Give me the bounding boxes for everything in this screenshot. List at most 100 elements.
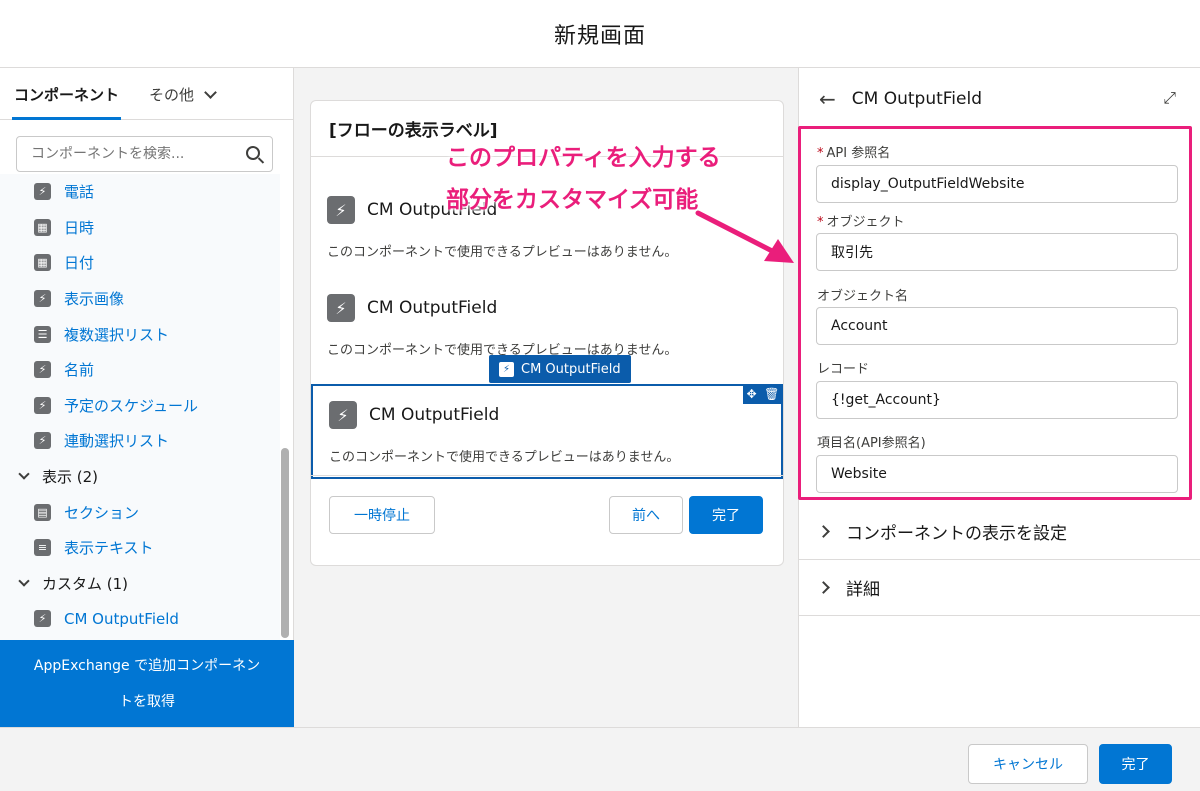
picklist-icon: ☰	[34, 325, 51, 343]
list-item[interactable]: ⚡ 連動選択リスト	[0, 423, 280, 459]
group-label: 表示 (2)	[42, 468, 99, 487]
field-name-field[interactable]	[816, 455, 1178, 493]
properties-header: ← CM OutputField ⤢	[799, 68, 1200, 130]
chevron-down-icon	[18, 575, 30, 587]
field-label-object-name: オブジェクト名	[817, 285, 908, 304]
annotation-arrow-icon	[695, 210, 794, 263]
previous-button[interactable]: 前へ	[609, 496, 683, 534]
modal-header: 新規画面	[0, 0, 1200, 68]
chevron-down-icon	[18, 468, 30, 480]
tab-other-label: その他	[149, 86, 195, 104]
done-button[interactable]: 完了	[1099, 744, 1172, 784]
selected-component-tag: ⚡ CM OutputField	[489, 355, 631, 383]
appexchange-line2: トを取得	[119, 694, 175, 710]
annotation-line2: 部分をカスタマイズ可能	[446, 187, 699, 213]
lightning-icon: ⚡	[34, 290, 51, 308]
appexchange-link[interactable]: AppExchange で追加コンポーネン トを取得	[0, 640, 294, 727]
list-item[interactable]: ⚡ 表示画像	[0, 281, 280, 317]
component-name: CM OutputField	[369, 405, 500, 425]
lightning-icon: ⚡	[34, 432, 51, 450]
field-label-field-name: 項目名(API参照名)	[817, 432, 926, 451]
component-actions: ✥ 🗑	[743, 384, 783, 404]
component-list: ⚡ 電話 ▦ 日時 ▦ 日付 ⚡ 表示画像 ☰ 複数選択リスト ⚡ 名前 ⚡ 予定のスケジュー…	[0, 174, 280, 640]
list-item[interactable]: ▤ セクション	[0, 494, 280, 530]
canvas-component-selected[interactable]: ⚡ CM OutputField ✥ 🗑 ⚡ CM OutputField このコンポ…	[311, 355, 783, 479]
scrollbar[interactable]	[281, 448, 289, 638]
appexchange-line1: AppExchange で追加コンポーネン	[33, 658, 261, 674]
section-display-settings[interactable]: コンポーネントの表示を設定	[799, 504, 1200, 560]
component-name: CM OutputField	[367, 298, 498, 318]
annotation-line1: このプロパティを入力する	[446, 145, 721, 171]
required-marker: *	[817, 215, 824, 230]
lightning-icon: ⚡	[34, 610, 51, 628]
lightning-icon: ⚡	[499, 361, 514, 377]
field-label-text: API 参照名	[826, 146, 891, 161]
list-item[interactable]: ⚡ 名前	[0, 352, 280, 388]
component-palette: コンポーネント その他 ⚡ 電話 ▦ 日時 ▦ 日付 ⚡ 表示画像 ☰ 複数選択リスト ⚡…	[0, 68, 294, 727]
lightning-icon: ⚡	[34, 361, 51, 379]
expand-icon[interactable]: ⤢	[1163, 88, 1176, 108]
section-details[interactable]: 詳細	[799, 560, 1200, 616]
tab-components-label: コンポーネント	[14, 86, 120, 104]
field-label-text: オブジェクト名	[817, 289, 909, 304]
move-icon[interactable]: ✥	[747, 387, 757, 401]
lightning-icon: ⚡	[34, 396, 51, 414]
palette-tabs: コンポーネント その他	[0, 68, 293, 120]
calendar-icon: ▦	[34, 218, 51, 236]
section-label: コンポーネントの表示を設定	[846, 524, 1067, 544]
object-field[interactable]	[816, 233, 1178, 271]
list-item-label: セクション	[64, 503, 140, 522]
list-item-label: CM OutputField	[64, 609, 179, 628]
tab-other[interactable]: その他	[149, 84, 217, 119]
field-label-text: 項目名(API参照名)	[817, 436, 926, 451]
back-arrow-icon[interactable]: ←	[819, 87, 836, 111]
delete-icon[interactable]: 🗑	[764, 387, 779, 401]
list-item-label: 日時	[64, 218, 95, 237]
list-item-label: 複数選択リスト	[64, 325, 170, 344]
list-item-label: 電話	[64, 183, 95, 202]
group-label: カスタム (1)	[42, 574, 129, 593]
field-label-text: レコード	[817, 362, 870, 377]
object-name-field[interactable]	[816, 307, 1178, 345]
list-item[interactable]: ≡ 表示テキスト	[0, 530, 280, 566]
section-label: 詳細	[846, 580, 880, 600]
list-item-label: 表示テキスト	[64, 539, 154, 558]
search-input[interactable]	[31, 146, 231, 162]
cancel-button[interactable]: キャンセル	[968, 744, 1088, 784]
list-item[interactable]: ▦ 日付	[0, 245, 280, 281]
list-item[interactable]: ▦ 日時	[0, 210, 280, 246]
list-item-label: 日付	[64, 254, 95, 273]
field-label-api-name: * API 参照名	[817, 142, 890, 161]
list-item[interactable]: ⚡ 電話	[0, 174, 280, 210]
properties-panel: ← CM OutputField ⤢ *API 参照名 *オブジェクト オブジェ…	[798, 68, 1200, 727]
page-title: 新規画面	[553, 23, 646, 49]
section-icon: ▤	[34, 503, 51, 521]
list-item[interactable]: ⚡ CM OutputField	[0, 601, 280, 637]
chevron-right-icon	[817, 581, 830, 594]
field-label-text: オブジェクト	[826, 215, 905, 230]
finish-button[interactable]: 完了	[689, 496, 763, 534]
component-search[interactable]	[16, 136, 273, 172]
modal-footer: キャンセル 完了	[0, 727, 1200, 791]
required-marker: *	[817, 146, 824, 161]
lightning-icon: ⚡	[327, 294, 355, 322]
list-item[interactable]: ☰ 複数選択リスト	[0, 316, 280, 352]
list-item-label: 連動選択リスト	[64, 432, 170, 451]
calendar-icon: ▦	[34, 254, 51, 272]
text-icon: ≡	[34, 539, 51, 557]
list-item[interactable]: ⚡ 予定のスケジュール	[0, 388, 280, 424]
list-item-label: 表示画像	[64, 290, 125, 309]
selected-tag-label: CM OutputField	[521, 361, 621, 377]
canvas-component[interactable]: ⚡ CM OutputField このコンポーネントで使用できるプレビューはありま…	[311, 291, 783, 358]
lightning-icon: ⚡	[34, 183, 51, 201]
lightning-icon: ⚡	[329, 401, 357, 429]
pause-button[interactable]: 一時停止	[329, 496, 435, 534]
api-name-field[interactable]	[816, 165, 1178, 203]
group-custom[interactable]: カスタム (1)	[0, 566, 280, 602]
properties-title: CM OutputField	[851, 89, 982, 109]
component-desc: このコンポーネントで使用できるプレビューはありません。	[329, 450, 680, 465]
field-label-record: レコード	[817, 358, 869, 377]
tab-components[interactable]: コンポーネント	[11, 84, 122, 120]
group-display[interactable]: 表示 (2)	[0, 459, 280, 495]
record-field[interactable]	[816, 381, 1178, 419]
